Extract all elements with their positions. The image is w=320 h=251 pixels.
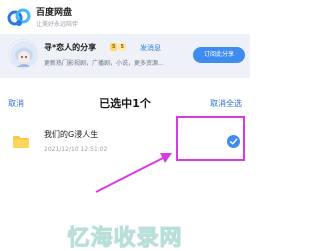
file-date: 2021/12/10 12:51:02	[44, 146, 108, 153]
deselect-all-button[interactable]: 取消全选	[210, 98, 242, 109]
folder-icon	[13, 133, 29, 148]
app-header: 百度网盘 让美好永远陪伴	[0, 0, 250, 34]
level-badge: 5	[118, 43, 126, 51]
subscribe-button[interactable]: 订阅此分享	[193, 47, 245, 63]
level-badges: 5 5	[110, 43, 126, 51]
send-message-link[interactable]: 发消息	[140, 43, 161, 53]
watermark: 忆海收录网	[0, 214, 250, 251]
share-description: 更新热门影视剧，广播剧，小说，更多资源...	[44, 60, 164, 67]
share-card: 寻*恋人的分享 5 5 发消息 更新热门影视剧，广播剧，小说，更多资源... 订…	[0, 34, 250, 78]
app-slogan: 让美好永远陪伴	[36, 21, 79, 28]
level-badge: 5	[110, 43, 118, 51]
app-title: 百度网盘	[36, 8, 73, 18]
file-name: 我们的G浸人生	[44, 130, 99, 139]
selection-bar: 取消 已选中1个 取消全选	[0, 88, 250, 118]
share-title: 寻*恋人的分享	[44, 43, 97, 52]
avatar[interactable]	[8, 39, 38, 69]
baidu-netdisk-logo	[6, 4, 32, 30]
highlight-box	[176, 116, 245, 161]
watermark-text: 忆海收录网	[67, 226, 183, 251]
